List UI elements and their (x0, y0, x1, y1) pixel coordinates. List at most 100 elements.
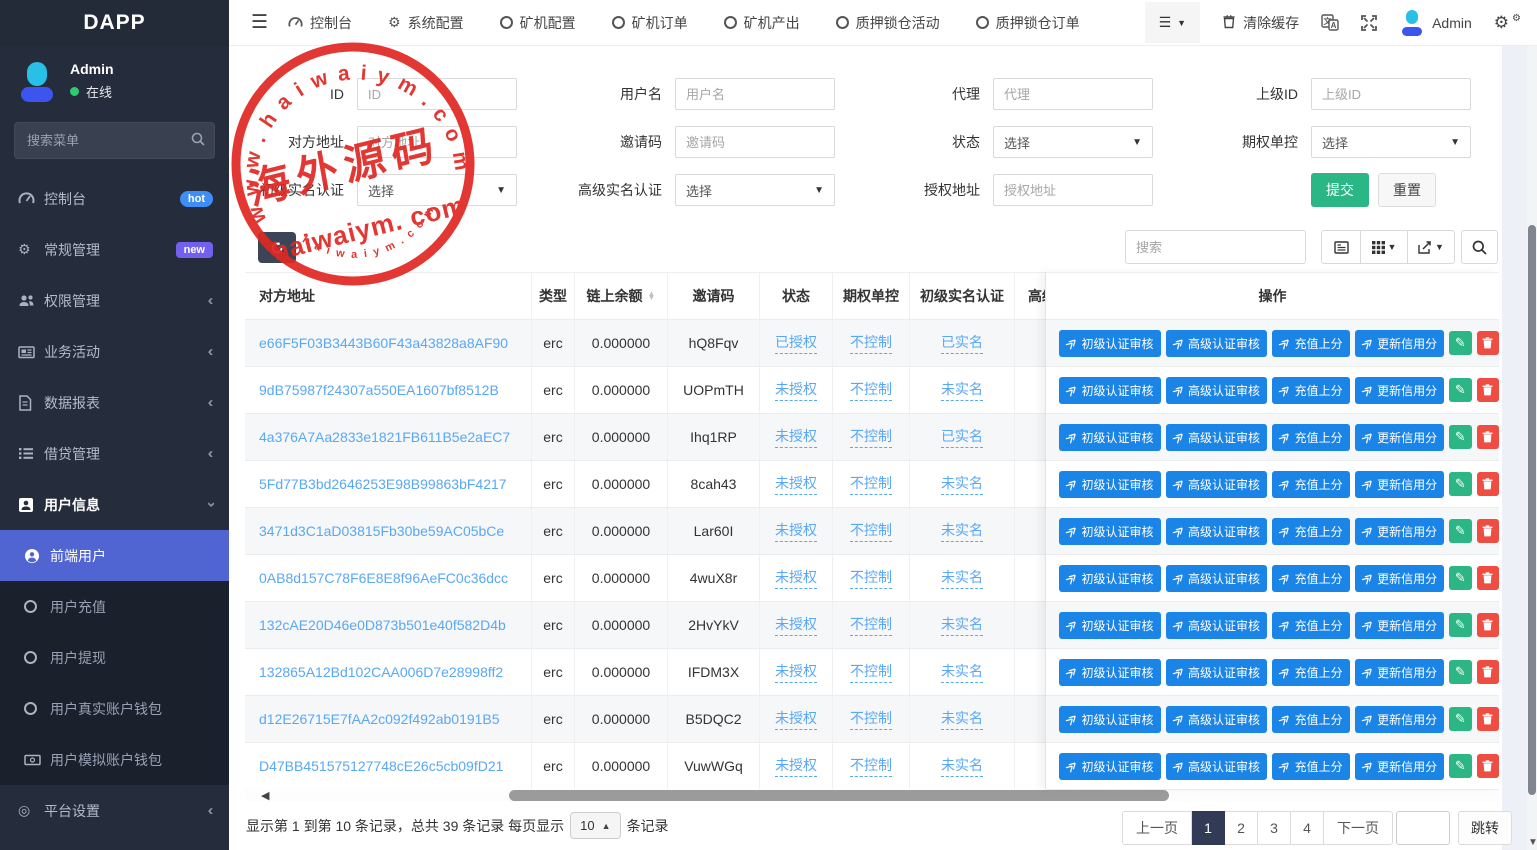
audit-advanced-button[interactable]: ≫高级认证审核 (1166, 753, 1268, 780)
cell-option-control-value[interactable]: 不控制 (850, 567, 892, 589)
audit-advanced-button[interactable]: ≫高级认证审核 (1166, 471, 1268, 498)
update-credit-button[interactable]: ≫更新信用分 (1355, 612, 1445, 639)
cell-address-value[interactable]: 3471d3C1aD03815Fb30be59AC05bCe (259, 523, 504, 539)
cell-option-control-value[interactable]: 不控制 (850, 661, 892, 683)
settings-cogs-icon[interactable]: ⚙⚙ (1494, 13, 1521, 33)
sidebar-item-business[interactable]: 业务活动 ‹ (0, 326, 229, 377)
page-button-2[interactable]: 2 (1225, 811, 1258, 845)
cell-option-control-value[interactable]: 不控制 (850, 332, 892, 354)
table-search-input[interactable] (1136, 240, 1295, 255)
cell-address-value[interactable]: d12E26715E7fAA2c092f492ab0191B5 (259, 711, 500, 727)
cell-status-value[interactable]: 未授权 (775, 520, 817, 542)
agent-field[interactable] (1004, 87, 1142, 102)
edit-button[interactable]: ✎ (1449, 519, 1471, 543)
cell-address-value[interactable]: e66F5F03B3443B60F43a43828a8AF90 (259, 335, 508, 351)
audit-primary-button[interactable]: ≫初级认证审核 (1059, 424, 1161, 451)
scroll-left-arrow-icon[interactable]: ◀ (261, 789, 269, 802)
cell-status-value[interactable]: 未授权 (775, 755, 817, 777)
prev-page-button[interactable]: 上一页 (1122, 811, 1192, 845)
nav-item-miner-output[interactable]: 矿机产出 (724, 13, 800, 33)
edit-button[interactable]: ✎ (1449, 754, 1471, 778)
audit-primary-button[interactable]: ≫初级认证审核 (1059, 753, 1161, 780)
cell-address-value[interactable]: 4a376A7Aa2833e1821FB611B5e2aEC7 (259, 429, 510, 445)
audit-advanced-button[interactable]: ≫高级认证审核 (1166, 612, 1268, 639)
cell-status-value[interactable]: 未授权 (775, 567, 817, 589)
cell-kyc-primary-value[interactable]: 未实名 (941, 708, 983, 730)
menu-search-input[interactable] (14, 122, 215, 159)
cell-status-value[interactable]: 未授权 (775, 379, 817, 401)
option-control-select[interactable]: 选择▼ (1311, 126, 1471, 158)
delete-button[interactable] (1477, 613, 1499, 637)
cell-address-value[interactable]: 132865A12Bd102CAA006D7e28998ff2 (259, 664, 503, 680)
audit-primary-button[interactable]: ≫初级认证审核 (1059, 659, 1161, 686)
nav-item-miner-orders[interactable]: 矿机订单 (612, 13, 688, 33)
cell-kyc-primary-value[interactable]: 未实名 (941, 473, 983, 495)
recharge-button[interactable]: ≫充值上分 (1272, 330, 1350, 357)
scroll-down-arrow-icon[interactable]: ▼ (1528, 837, 1537, 848)
cell-address-value[interactable]: D47BB451575127748cE26c5cb09fD21 (259, 758, 503, 774)
cell-option-control-value[interactable]: 不控制 (850, 755, 892, 777)
cell-option-control-value[interactable]: 不控制 (850, 520, 892, 542)
search-button[interactable] (1461, 230, 1498, 264)
recharge-button[interactable]: ≫充值上分 (1272, 659, 1350, 686)
nav-item-miner-config[interactable]: 矿机配置 (500, 13, 576, 33)
reset-button[interactable]: 重置 (1378, 173, 1436, 207)
delete-button[interactable] (1477, 472, 1499, 496)
cell-kyc-primary-value[interactable]: 未实名 (941, 567, 983, 589)
recharge-button[interactable]: ≫充值上分 (1272, 471, 1350, 498)
recharge-button[interactable]: ≫充值上分 (1272, 377, 1350, 404)
fullscreen-icon[interactable] (1361, 15, 1377, 31)
edit-button[interactable]: ✎ (1449, 472, 1471, 496)
cell-status-value[interactable]: 未授权 (775, 614, 817, 636)
cell-status-value[interactable]: 已授权 (775, 332, 817, 354)
update-credit-button[interactable]: ≫更新信用分 (1355, 565, 1445, 592)
jump-page-input[interactable] (1396, 811, 1450, 845)
recharge-button[interactable]: ≫充值上分 (1272, 706, 1350, 733)
username-field[interactable] (686, 87, 824, 102)
id-field[interactable] (368, 87, 506, 102)
update-credit-button[interactable]: ≫更新信用分 (1355, 706, 1445, 733)
sidebar-item-lending[interactable]: 借贷管理 ‹ (0, 428, 229, 479)
cell-status-value[interactable]: 未授权 (775, 473, 817, 495)
page-button-3[interactable]: 3 (1258, 811, 1291, 845)
delete-button[interactable] (1477, 378, 1499, 402)
cell-address-value[interactable]: 5Fd77B3bd2646253E98B99863bF4217 (259, 476, 507, 492)
address-field[interactable] (368, 135, 506, 150)
cell-kyc-primary-value[interactable]: 未实名 (941, 755, 983, 777)
delete-button[interactable] (1477, 566, 1499, 590)
audit-advanced-button[interactable]: ≫高级认证审核 (1166, 565, 1268, 592)
update-credit-button[interactable]: ≫更新信用分 (1355, 753, 1445, 780)
sidebar-item-platform-settings[interactable]: ◎ 平台设置 ‹ (0, 785, 229, 836)
delete-button[interactable] (1477, 707, 1499, 731)
export-button[interactable]: ▼ (1408, 230, 1455, 264)
cell-status-value[interactable]: 未授权 (775, 708, 817, 730)
update-credit-button[interactable]: ≫更新信用分 (1355, 377, 1445, 404)
sidebar-item-permissions[interactable]: 权限管理 ‹ (0, 275, 229, 326)
audit-advanced-button[interactable]: ≫高级认证审核 (1166, 377, 1268, 404)
audit-primary-button[interactable]: ≫初级认证审核 (1059, 706, 1161, 733)
audit-primary-button[interactable]: ≫初级认证审核 (1059, 471, 1161, 498)
audit-primary-button[interactable]: ≫初级认证审核 (1059, 330, 1161, 357)
horizontal-scrollbar-thumb[interactable] (509, 790, 1169, 801)
cell-option-control-value[interactable]: 不控制 (850, 379, 892, 401)
recharge-button[interactable]: ≫充值上分 (1272, 753, 1350, 780)
recharge-button[interactable]: ≫充值上分 (1272, 612, 1350, 639)
nav-item-staking-orders[interactable]: 质押锁仓订单 (976, 13, 1080, 33)
edit-button[interactable]: ✎ (1449, 378, 1471, 402)
sidebar-item-reports[interactable]: 数据报表 ‹ (0, 377, 229, 428)
auth-address-field[interactable] (1004, 183, 1142, 198)
audit-advanced-button[interactable]: ≫高级认证审核 (1166, 424, 1268, 451)
horizontal-scrollbar[interactable]: ◀ (245, 789, 1499, 802)
cell-kyc-primary-value[interactable]: 未实名 (941, 614, 983, 636)
cell-option-control-value[interactable]: 不控制 (850, 426, 892, 448)
edit-button[interactable]: ✎ (1449, 660, 1471, 684)
update-credit-button[interactable]: ≫更新信用分 (1355, 518, 1445, 545)
submit-button[interactable]: 提交 (1311, 173, 1369, 207)
audit-advanced-button[interactable]: ≫高级认证审核 (1166, 330, 1268, 357)
delete-button[interactable] (1477, 425, 1499, 449)
recharge-button[interactable]: ≫充值上分 (1272, 424, 1350, 451)
kyc2-select[interactable]: 选择▼ (675, 174, 835, 206)
menu-list-toggle[interactable]: ☰▼ (1145, 2, 1200, 43)
audit-primary-button[interactable]: ≫初级认证审核 (1059, 612, 1161, 639)
cell-status-value[interactable]: 未授权 (775, 426, 817, 448)
